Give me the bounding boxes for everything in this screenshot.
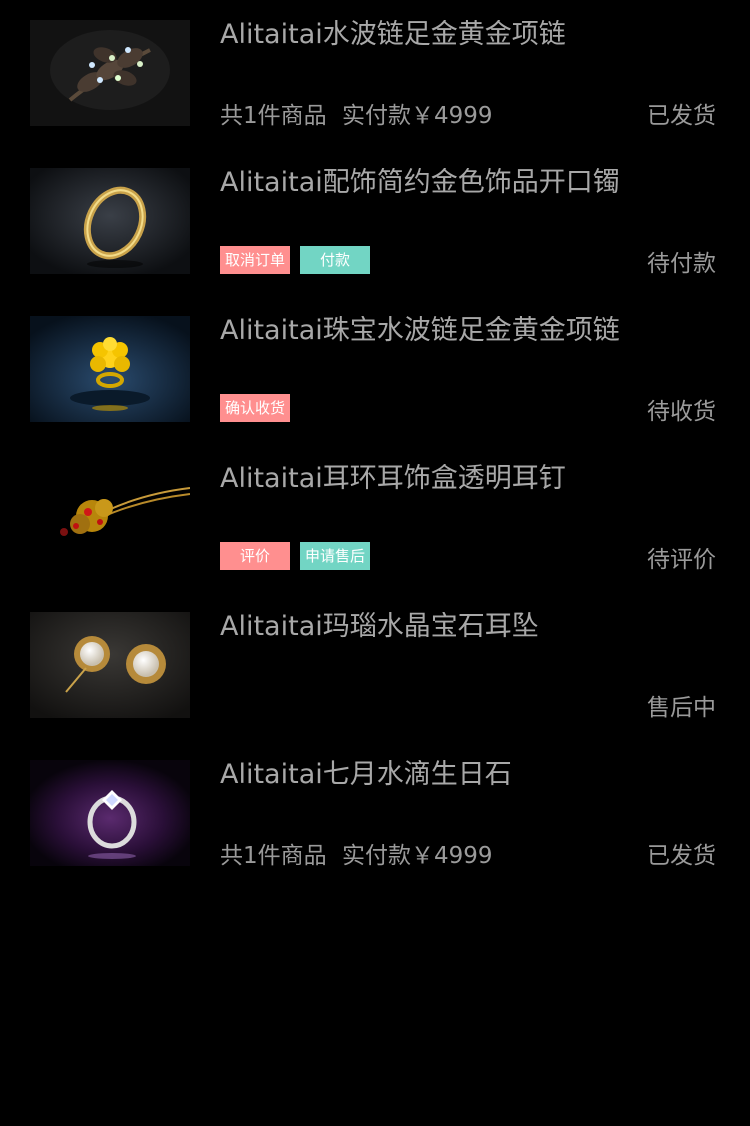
cancel-order-button[interactable]: 取消订单 (220, 246, 290, 274)
paid-amount: 实付款￥4999 (341, 843, 493, 869)
order-summary: 共1件商品 实付款￥4999 (220, 103, 493, 129)
gold-ring-icon (30, 168, 190, 274)
pearl-earrings-image[interactable] (30, 612, 190, 718)
order-status: 售后中 (647, 695, 716, 721)
order-status: 待评价 (647, 547, 716, 573)
order-actions: 评价 申请售后 (220, 542, 380, 570)
item-count: 共1件商品 (220, 843, 327, 869)
leaf-brooch-image[interactable] (30, 20, 190, 126)
leaf-brooch-icon (30, 20, 190, 126)
review-button[interactable]: 评价 (220, 542, 290, 570)
order-row[interactable]: Alitaitai耳环耳饰盒透明耳钉 评价 申请售后 待评价 (0, 464, 750, 573)
order-row[interactable]: Alitaitai水波链足金黄金项链 共1件商品 实付款￥4999 已发货 (0, 20, 750, 129)
confirm-receipt-button[interactable]: 确认收货 (220, 394, 290, 422)
order-row[interactable]: Alitaitai珠宝水波链足金黄金项链 确认收货 待收货 (0, 316, 750, 425)
pearl-earrings-icon (30, 612, 190, 718)
order-status: 已发货 (647, 843, 716, 869)
hairpin-image[interactable] (30, 464, 190, 570)
order-row[interactable]: Alitaitai配饰简约金色饰品开口镯 取消订单 付款 待付款 (0, 168, 750, 277)
order-summary: 共1件商品 实付款￥4999 (220, 843, 493, 869)
order-actions: 取消订单 付款 (220, 246, 380, 274)
product-title[interactable]: Alitaitai珠宝水波链足金黄金项链 (220, 316, 720, 346)
order-row[interactable]: Alitaitai七月水滴生日石 共1件商品 实付款￥4999 已发货 (0, 760, 750, 869)
pay-button[interactable]: 付款 (300, 246, 370, 274)
product-title[interactable]: Alitaitai水波链足金黄金项链 (220, 20, 720, 50)
item-count: 共1件商品 (220, 103, 327, 129)
gold-flower-ring-image[interactable] (30, 316, 190, 422)
product-title[interactable]: Alitaitai配饰简约金色饰品开口镯 (220, 168, 720, 198)
hairpin-icon (30, 464, 190, 570)
diamond-ring-icon (30, 760, 190, 866)
after-sales-button[interactable]: 申请售后 (300, 542, 370, 570)
paid-amount: 实付款￥4999 (341, 103, 493, 129)
order-status: 待付款 (647, 251, 716, 277)
gold-flower-ring-icon (30, 316, 190, 422)
order-status: 待收货 (647, 399, 716, 425)
order-status: 已发货 (647, 103, 716, 129)
gold-ring-image[interactable] (30, 168, 190, 274)
product-title[interactable]: Alitaitai玛瑙水晶宝石耳坠 (220, 612, 720, 642)
diamond-ring-image[interactable] (30, 760, 190, 866)
product-title[interactable]: Alitaitai耳环耳饰盒透明耳钉 (220, 464, 720, 494)
order-actions: 确认收货 (220, 394, 300, 422)
order-row[interactable]: Alitaitai玛瑙水晶宝石耳坠 售后中 (0, 612, 750, 721)
product-title[interactable]: Alitaitai七月水滴生日石 (220, 760, 720, 790)
